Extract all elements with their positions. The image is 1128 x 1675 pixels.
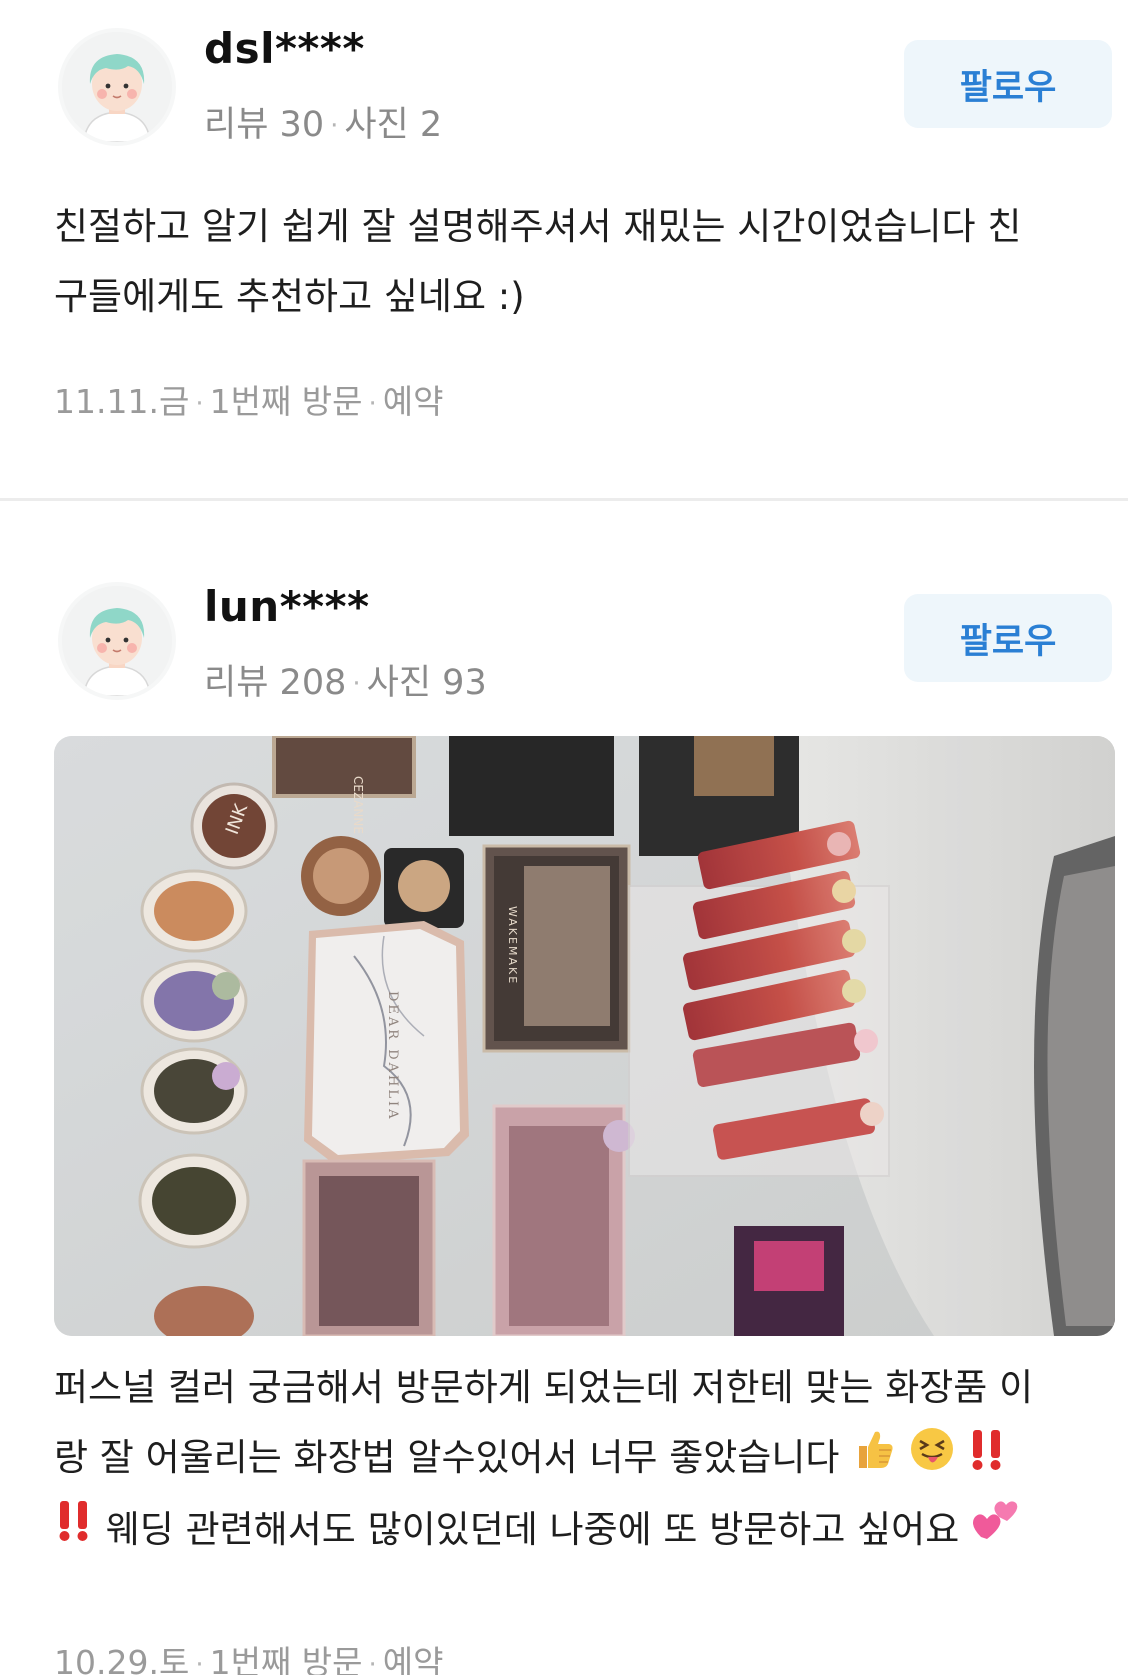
review-text-line-with-emoji: 웨딩 관련해서도 많이있던데 나중에 또 방문하고 싶어요 (54, 1495, 1104, 1567)
avatar-illustration (62, 586, 172, 696)
two-hearts-icon (971, 1496, 1019, 1566)
review-count: 30 (279, 105, 325, 145)
visit-info: 10.29.토 · 1번째 방문 · 예약 (54, 1636, 444, 1675)
visit-type: 예약 (382, 1643, 444, 1675)
separator-dot: · (195, 1649, 204, 1675)
review-count: 208 (279, 663, 347, 703)
separator-dot: · (330, 111, 339, 141)
avatar-illustration (62, 32, 172, 142)
follow-button[interactable]: 팔로우 (904, 594, 1112, 682)
user-stats: 리뷰 208 · 사진 93 (204, 654, 487, 705)
double-exclamation-icon (967, 1425, 1007, 1495)
visit-count: 1번째 방문 (209, 1643, 363, 1675)
review-text-line: 퍼스널 컬러 궁금해서 방문하게 되었는데 저한테 맞는 화장품 이 (54, 1366, 1034, 1409)
separator-dot: · (352, 669, 361, 699)
photo-count-label: 사진 (344, 105, 409, 145)
review-text-line: 친절하고 알기 쉽게 잘 설명해주셔서 재밌는 시간이었습니다 친 (54, 205, 1022, 248)
user-name[interactable]: lun**** (204, 582, 370, 631)
separator-dot: · (195, 388, 204, 419)
user-stats: 리뷰 30 · 사진 2 (204, 96, 442, 147)
review-count-label: 리뷰 (204, 663, 269, 703)
avatar[interactable] (58, 582, 176, 700)
photo-count-label: 사진 (366, 663, 432, 703)
review-photo[interactable]: CEZANNE INK DEAR DAHLIA WAKEMAKE (54, 736, 1115, 1336)
visit-count: 1번째 방문 (209, 382, 363, 421)
review-text-line: 구들에게도 추천하고 싶네요 :) (54, 275, 525, 318)
review-card: dsl**** 리뷰 30 · 사진 2 팔로우 친절하고 알기 쉽게 잘 설명해주… (0, 0, 1128, 500)
visit-type: 예약 (382, 382, 444, 421)
photo-count: 2 (419, 105, 443, 145)
review-text-line: 웨딩 관련해서도 많이있던데 나중에 또 방문하고 싶어요 (105, 1507, 960, 1551)
review-text: 퍼스널 컬러 궁금해서 방문하게 되었는데 저한테 맞는 화장품 이 랑 잘 어… (54, 1353, 1104, 1566)
review-card: lun**** 리뷰 208 · 사진 93 팔로우 CEZANNE INK D… (0, 506, 1128, 1675)
visit-date: 11.11.금 (54, 382, 190, 421)
avatar[interactable] (58, 28, 176, 146)
squinting-tongue-face-icon (909, 1425, 955, 1495)
section-divider (0, 498, 1128, 501)
follow-button[interactable]: 팔로우 (904, 40, 1112, 128)
cosmetics-photo: CEZANNE INK DEAR DAHLIA WAKEMAKE (54, 736, 1115, 1336)
visit-date: 10.29.토 (54, 1643, 190, 1675)
separator-dot: · (368, 388, 377, 419)
separator-dot: · (368, 1649, 377, 1675)
user-name[interactable]: dsl**** (204, 24, 365, 73)
review-text-line-with-emoji: 랑 잘 어울리는 화장법 알수있어서 너무 좋았습니다 (54, 1423, 1104, 1495)
review-count-label: 리뷰 (204, 105, 269, 145)
review-text: 친절하고 알기 쉽게 잘 설명해주셔서 재밌는 시간이었습니다 친 구들에게도 … (54, 192, 1104, 332)
thumbs-up-icon (851, 1425, 897, 1495)
double-exclamation-icon (54, 1496, 94, 1566)
visit-info: 11.11.금 · 1번째 방문 · 예약 (54, 375, 444, 423)
photo-count: 93 (442, 663, 487, 703)
review-text-line: 랑 잘 어울리는 화장법 알수있어서 너무 좋았습니다 (54, 1436, 840, 1479)
